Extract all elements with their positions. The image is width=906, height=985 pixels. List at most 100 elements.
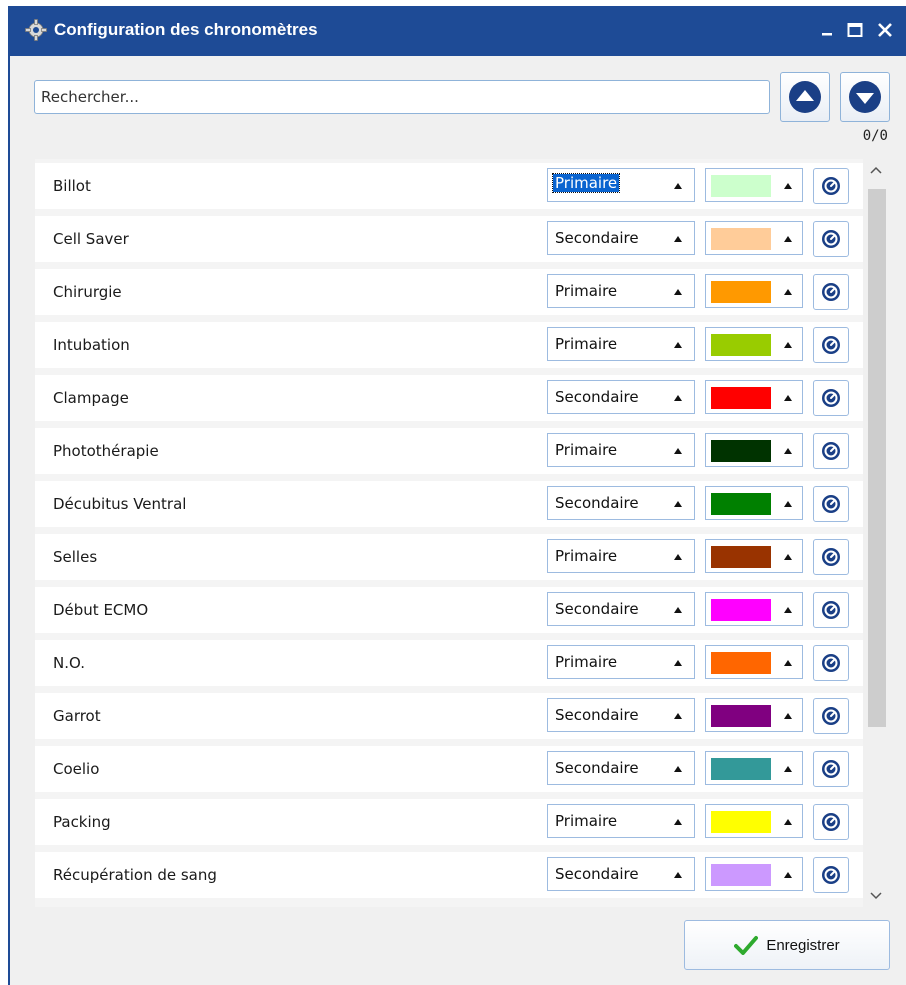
timer-reset-button[interactable] (813, 804, 849, 840)
checkmark-icon (734, 936, 759, 955)
timer-label: Clampage (53, 389, 129, 407)
close-icon (878, 23, 892, 37)
timer-icon (822, 336, 840, 354)
timer-reset-button[interactable] (813, 486, 849, 522)
timer-reset-button[interactable] (813, 274, 849, 310)
timer-icon (822, 760, 840, 778)
timer-color-picker[interactable] (705, 804, 803, 838)
timer-row: Garrot Secondaire (35, 693, 863, 739)
timer-type-dropdown[interactable]: Secondaire (547, 857, 695, 891)
minimize-button[interactable] (814, 16, 840, 44)
timer-row: Intubation Primaire (35, 322, 863, 368)
timer-color-picker[interactable] (705, 168, 803, 202)
dropdown-arrow-icon (674, 236, 682, 242)
timer-reset-button[interactable] (813, 698, 849, 734)
dropdown-arrow-icon (674, 183, 682, 189)
timer-reset-button[interactable] (813, 645, 849, 681)
timer-type-value: Primaire (555, 441, 618, 459)
timer-type-dropdown[interactable]: Primaire (547, 274, 695, 308)
timer-reset-button[interactable] (813, 433, 849, 469)
timer-reset-button[interactable] (813, 857, 849, 893)
timer-type-dropdown[interactable]: Primaire (547, 645, 695, 679)
dropdown-arrow-icon (784, 554, 792, 560)
timer-type-dropdown[interactable]: Secondaire (547, 380, 695, 414)
color-swatch (711, 705, 771, 727)
timer-reset-button[interactable] (813, 751, 849, 787)
timer-type-dropdown[interactable]: Primaire (547, 168, 695, 202)
timer-type-dropdown[interactable]: Secondaire (547, 751, 695, 785)
arrow-up-circle-icon (789, 81, 821, 113)
timer-icon (822, 495, 840, 513)
search-input[interactable] (34, 80, 770, 114)
timer-reset-button[interactable] (813, 592, 849, 628)
timer-icon (822, 548, 840, 566)
scroll-down-button[interactable] (864, 885, 888, 907)
timer-color-picker[interactable] (705, 539, 803, 573)
previous-result-button[interactable] (780, 72, 830, 122)
timer-label: Coelio (53, 760, 100, 778)
timer-row: Chirurgie Primaire (35, 269, 863, 315)
timer-color-picker[interactable] (705, 857, 803, 891)
timer-type-dropdown[interactable]: Secondaire (547, 698, 695, 732)
arrow-down-circle-icon (849, 81, 881, 113)
timer-label: Chirurgie (53, 283, 122, 301)
dropdown-arrow-icon (674, 289, 682, 295)
timer-color-picker[interactable] (705, 645, 803, 679)
close-button[interactable] (872, 16, 898, 44)
dropdown-arrow-icon (674, 342, 682, 348)
timer-type-value: Primaire (555, 335, 618, 353)
dialog-content: 0/0 Billot Primaire Cell Saver Secondaire Ch… (22, 56, 906, 985)
timer-type-dropdown[interactable]: Primaire (547, 433, 695, 467)
scroll-up-button[interactable] (864, 159, 888, 181)
timer-row: Début ECMO Secondaire (35, 587, 863, 633)
list-scrollbar[interactable] (864, 159, 888, 907)
chevron-down-icon (870, 892, 882, 900)
timer-type-value: Primaire (555, 812, 618, 830)
timer-type-dropdown[interactable]: Primaire (547, 539, 695, 573)
scrollbar-thumb[interactable] (868, 189, 886, 727)
timer-type-dropdown[interactable]: Secondaire (547, 221, 695, 255)
color-swatch (711, 599, 771, 621)
timer-type-dropdown[interactable]: Primaire (547, 804, 695, 838)
maximize-button[interactable] (842, 16, 868, 44)
timer-reset-button[interactable] (813, 380, 849, 416)
title-bar[interactable]: Configuration des chronomètres (10, 6, 906, 56)
timer-icon (822, 442, 840, 460)
timer-type-dropdown[interactable]: Secondaire (547, 592, 695, 626)
timer-list[interactable]: Billot Primaire Cell Saver Secondaire Chirur… (35, 159, 863, 907)
timer-reset-button[interactable] (813, 221, 849, 257)
timer-color-picker[interactable] (705, 433, 803, 467)
timer-reset-button[interactable] (813, 539, 849, 575)
dropdown-arrow-icon (674, 660, 682, 666)
timer-color-picker[interactable] (705, 698, 803, 732)
timer-color-picker[interactable] (705, 380, 803, 414)
timer-icon (822, 707, 840, 725)
timer-icon (822, 177, 840, 195)
timer-color-picker[interactable] (705, 221, 803, 255)
color-swatch (711, 811, 771, 833)
timer-type-dropdown[interactable]: Primaire (547, 327, 695, 361)
maximize-icon (847, 23, 863, 37)
timer-type-value: Secondaire (555, 600, 639, 618)
timer-label: Photothérapie (53, 442, 159, 460)
dropdown-arrow-icon (784, 342, 792, 348)
save-button[interactable]: Enregistrer (684, 920, 890, 970)
timer-color-picker[interactable] (705, 327, 803, 361)
timer-color-picker[interactable] (705, 274, 803, 308)
timer-color-picker[interactable] (705, 592, 803, 626)
next-result-button[interactable] (840, 72, 890, 122)
dropdown-arrow-icon (784, 872, 792, 878)
timer-type-value: Secondaire (555, 229, 639, 247)
color-swatch (711, 440, 771, 462)
color-swatch (711, 652, 771, 674)
timer-label: Cell Saver (53, 230, 129, 248)
timer-type-value: Primaire (555, 653, 618, 671)
timer-reset-button[interactable] (813, 327, 849, 363)
timer-icon (822, 230, 840, 248)
timer-type-dropdown[interactable]: Secondaire (547, 486, 695, 520)
dropdown-arrow-icon (674, 819, 682, 825)
timer-color-picker[interactable] (705, 751, 803, 785)
dropdown-arrow-icon (784, 395, 792, 401)
timer-reset-button[interactable] (813, 168, 849, 204)
timer-color-picker[interactable] (705, 486, 803, 520)
